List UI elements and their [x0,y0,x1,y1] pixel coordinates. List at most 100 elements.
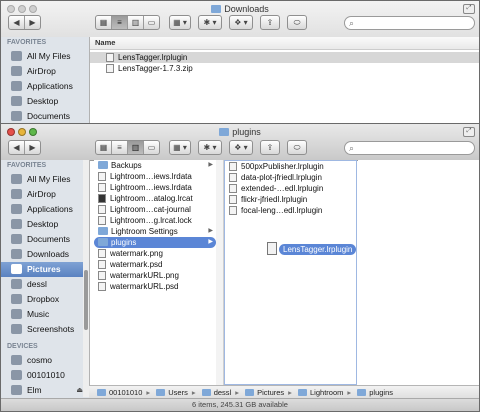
coverflow-view-button[interactable]: ▭ [144,16,159,29]
list-item[interactable]: Lightroom Settings ▶ [94,226,216,237]
folder-icon [298,389,308,396]
computer-icon [11,355,22,365]
file-icon [98,172,106,181]
list-item[interactable]: 500pxPublisher.lrplugin [225,161,356,172]
list-item[interactable]: flickr-jfriedl.lrplugin [225,194,356,205]
dropbox-button[interactable]: ❖ ▾ [229,140,253,155]
disclosure-arrow-icon: ▶ [208,162,213,168]
column-header-name[interactable]: Name [90,37,479,50]
list-item[interactable]: Lightroom…g.lrcat.lock [94,215,216,226]
tag-button[interactable]: ⬭ [287,140,307,155]
folder-icon [98,227,108,235]
plugins-titlebar[interactable]: plugins ⤢ ◀ ▶ ▦ ≡ ▥ ▭ ▦ ▾ ✱ ▾ ❖ ▾ ⇪ ⬭ ⌕ [1,124,479,161]
list-item[interactable]: watermarkURL.png [94,270,216,281]
image-file-icon [98,249,106,258]
sidebar-item-cosmo[interactable]: cosmo [1,353,89,368]
path-item-plugins[interactable]: plugins [357,388,393,397]
search-icon: ⌕ [349,143,355,153]
camera-icon [11,264,22,274]
disk-icon [11,385,22,395]
sidebar-item-applications[interactable]: Applications [1,202,89,217]
path-separator: ▸ [288,388,292,397]
path-separator: ▸ [191,388,196,397]
search-icon: ⌕ [349,18,355,28]
path-item-lightroom[interactable]: Lightroom [298,388,343,397]
sidebar-item-documents[interactable]: Documents [1,109,89,124]
airdrop-icon [11,189,22,199]
list-item[interactable]: LensTagger.lrplugin [90,52,479,63]
path-item-pictures[interactable]: Pictures [245,388,284,397]
list-item-plugins[interactable]: plugins ▶ [94,237,216,248]
plugins-window: plugins ⤢ ◀ ▶ ▦ ≡ ▥ ▭ ▦ ▾ ✱ ▾ ❖ ▾ ⇪ ⬭ ⌕ FAVO… [0,123,480,412]
sidebar-item-desktop[interactable]: Desktop [1,94,89,109]
drag-item-label: LensTagger.lrplugin [279,244,357,255]
list-view-button[interactable]: ≡ [112,16,128,29]
list-item[interactable]: watermark.psd [94,259,216,270]
sidebar-item-applications[interactable]: Applications [1,79,89,94]
action-button[interactable]: ✱ ▾ [198,140,222,155]
sidebar-item-all-my-files[interactable]: All My Files [1,172,89,187]
back-button[interactable]: ◀ [9,16,25,29]
sidebar-item-downloads[interactable]: Downloads [1,247,89,262]
list-item[interactable]: watermarkURL.psd [94,281,216,292]
empty-column [358,160,479,385]
sidebar-item-airdrop[interactable]: AirDrop [1,187,89,202]
list-item[interactable]: focal-leng…edl.lrplugin [225,205,356,216]
sidebar-item-00101010[interactable]: 00101010 [1,368,89,383]
search-field[interactable]: ⌕ [344,16,475,30]
arrange-button[interactable]: ▦ ▾ [169,15,191,30]
list-item[interactable]: LensTagger-1.7.3.zip [90,63,479,74]
column-plugins[interactable]: 500pxPublisher.lrplugin data-plot-jfried… [224,160,357,385]
back-button[interactable]: ◀ [9,141,25,154]
list-view-button[interactable]: ≡ [112,141,128,154]
sidebar-scrollbar[interactable] [83,160,89,397]
arrange-button[interactable]: ▦ ▾ [169,140,191,155]
list-item[interactable]: Lightroom…cat-journal [94,204,216,215]
share-button[interactable]: ⇪ [260,140,280,155]
image-file-icon [98,260,106,269]
sidebar-item-dessl[interactable]: dessl [1,277,89,292]
list-item[interactable]: Lightroom…iews.lrdata [94,182,216,193]
scrollbar-thumb[interactable] [84,270,88,330]
path-item-dessl[interactable]: dessl [201,388,231,397]
tag-button[interactable]: ⬭ [287,15,307,30]
zip-file-icon [106,64,114,73]
list-item[interactable]: Lightroom…iews.lrdata [94,171,216,182]
folder-icon [245,389,255,396]
share-button[interactable]: ⇪ [260,15,280,30]
eject-icon[interactable]: ⏏ [76,383,83,398]
sidebar-item-all-my-files[interactable]: All My Files [1,49,89,64]
list-item[interactable]: Lightroom…atalog.lrcat [94,193,216,204]
sidebar-item-dropbox[interactable]: Dropbox [1,292,89,307]
sidebar-item-screenshots[interactable]: Screenshots [1,322,89,337]
list-item[interactable]: watermark.png [94,248,216,259]
dropbox-button[interactable]: ❖ ▾ [229,15,253,30]
icon-view-button[interactable]: ▦ [96,16,112,29]
status-bar: 6 items, 245.31 GB available [1,398,479,411]
fullscreen-icon[interactable]: ⤢ [463,127,475,137]
forward-button[interactable]: ▶ [25,16,40,29]
list-item[interactable]: extended-…edl.lrplugin [225,183,356,194]
sidebar-item-documents[interactable]: Documents [1,232,89,247]
column-view-button[interactable]: ▥ [128,16,144,29]
list-item[interactable]: Backups ▶ [94,160,216,171]
desktop-icon [11,219,22,229]
fullscreen-icon[interactable]: ⤢ [463,4,475,14]
coverflow-view-button[interactable]: ▭ [144,141,159,154]
sidebar-item-airdrop[interactable]: AirDrop [1,64,89,79]
column-divider[interactable] [216,160,224,385]
path-separator: ▸ [235,388,239,397]
path-item-00101010[interactable]: 00101010 [97,388,142,397]
sidebar-item-music[interactable]: Music [1,307,89,322]
icon-view-button[interactable]: ▦ [96,141,112,154]
list-item[interactable]: data-plot-jfriedl.lrplugin [225,172,356,183]
drag-item[interactable]: LensTagger.lrplugin [267,242,357,255]
action-button[interactable]: ✱ ▾ [198,15,222,30]
column-view-button[interactable]: ▥ [128,141,144,154]
sidebar-item-elm[interactable]: Elm ⏏ [1,383,89,398]
path-item-users[interactable]: Users [156,388,188,397]
sidebar-item-desktop[interactable]: Desktop [1,217,89,232]
forward-button[interactable]: ▶ [25,141,40,154]
search-field[interactable]: ⌕ [344,141,475,155]
sidebar-item-pictures[interactable]: Pictures [1,262,89,277]
